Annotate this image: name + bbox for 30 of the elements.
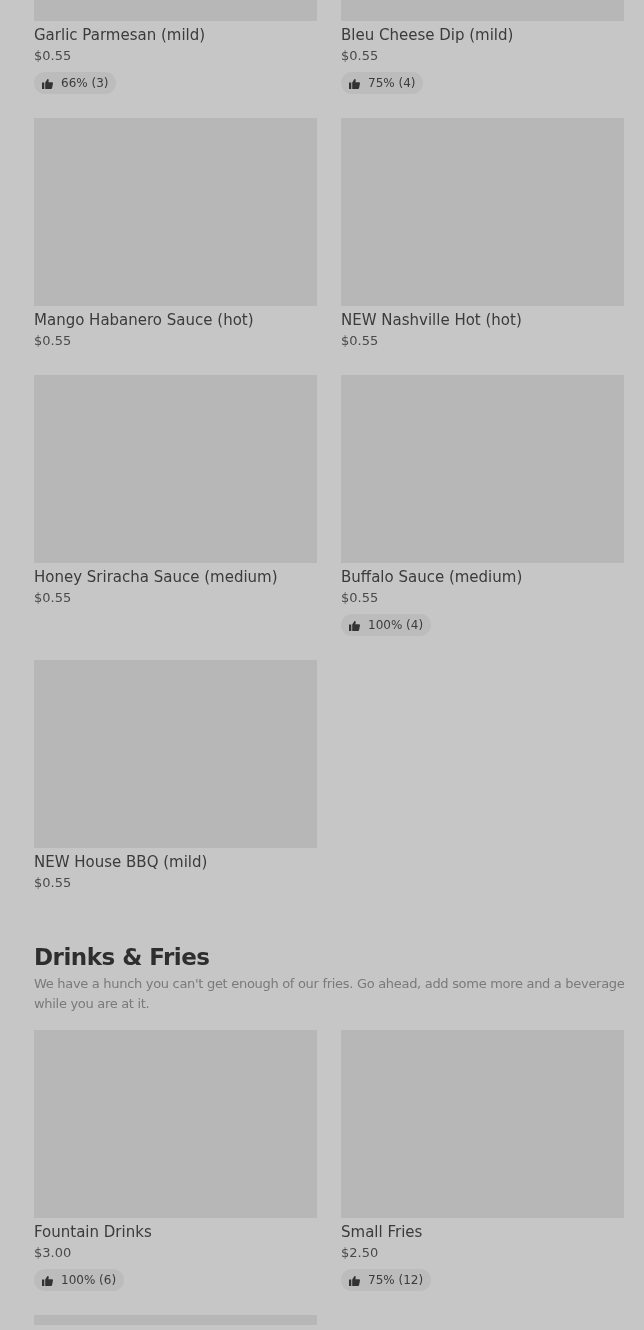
item-price: $0.55 (34, 874, 72, 892)
item-price: $0.55 (341, 589, 379, 607)
rating-badge: 75% (4) (341, 72, 424, 94)
item-title[interactable]: Fountain Drinks (34, 1221, 152, 1243)
item-price: $0.55 (34, 47, 72, 65)
item-title[interactable]: Buffalo Sauce (medium) (341, 566, 523, 588)
item-title[interactable]: Small Fries (341, 1221, 423, 1243)
section-heading: Drinks & Fries (34, 943, 211, 972)
rating-badge: 66% (3) (34, 72, 117, 94)
thumbs-up-icon (349, 77, 360, 89)
item-title[interactable]: Mango Habanero Sauce (hot) (34, 309, 254, 331)
item-title[interactable]: NEW House BBQ (mild) (34, 851, 208, 873)
thumbs-up-icon (349, 619, 360, 631)
rating-badge: 100% (6) (34, 1269, 125, 1291)
thumbs-up-icon (349, 1274, 360, 1286)
item-price: $2.50 (341, 1244, 379, 1262)
item-price: $0.55 (341, 47, 379, 65)
thumbs-up-icon (42, 77, 53, 89)
item-title[interactable]: Honey Sriracha Sauce (medium) (34, 566, 278, 588)
item-title[interactable]: NEW Nashville Hot (hot) (341, 309, 522, 331)
item-price: $0.55 (341, 332, 379, 350)
rating-badge: 75% (12) (341, 1269, 432, 1291)
thumbs-up-icon (42, 1274, 53, 1286)
item-price: $0.55 (34, 589, 72, 607)
item-title[interactable]: Garlic Parmesan (mild) (34, 24, 206, 46)
item-price: $0.55 (34, 332, 72, 350)
item-title[interactable]: Bleu Cheese Dip (mild) (341, 24, 514, 46)
section-description: We have a hunch you can't get enough of our fries. Go ahead, add some more and a beverage while you are at it. (34, 975, 626, 1013)
rating-badge: 100% (4) (341, 614, 432, 636)
item-price: $3.00 (34, 1244, 72, 1262)
